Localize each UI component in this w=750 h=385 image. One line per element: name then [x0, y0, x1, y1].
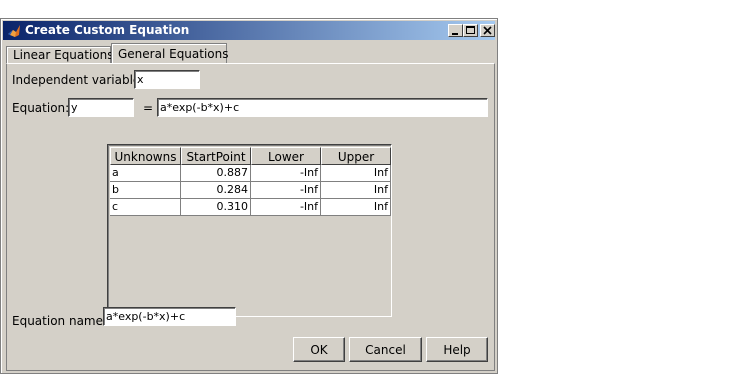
equals-sign: =: [143, 101, 154, 115]
cell-unknown[interactable]: b: [110, 182, 181, 199]
tab-linear-equations[interactable]: Linear Equations: [6, 46, 114, 63]
ok-button[interactable]: OK: [293, 337, 345, 362]
close-icon: [483, 26, 492, 35]
help-button-label: Help: [443, 343, 471, 357]
maximize-icon: [466, 26, 475, 34]
column-header-lower[interactable]: Lower: [251, 147, 321, 165]
tab-label: General Equations: [118, 47, 229, 61]
cell-startpoint[interactable]: 0.887: [181, 165, 251, 182]
cell-unknown[interactable]: a: [110, 165, 181, 182]
column-header-upper[interactable]: Upper: [321, 147, 391, 165]
minimize-icon: [452, 33, 458, 35]
help-button[interactable]: Help: [426, 337, 488, 362]
create-custom-equation-dialog: Create Custom Equation Linear Equations …: [0, 18, 498, 374]
ok-button-label: OK: [310, 343, 328, 357]
cell-upper[interactable]: Inf: [321, 199, 391, 216]
column-header-unknowns[interactable]: Unknowns: [110, 147, 181, 165]
cell-lower[interactable]: -Inf: [251, 182, 321, 199]
unknowns-table: Unknowns StartPoint Lower Upper a 0.887 …: [107, 144, 392, 317]
cell-upper[interactable]: Inf: [321, 165, 391, 182]
close-window-button[interactable]: [480, 24, 495, 37]
maximize-button[interactable]: [463, 24, 478, 37]
cancel-button[interactable]: Cancel: [349, 337, 422, 362]
independent-variable-input[interactable]: x: [134, 70, 200, 89]
independent-variable-label: Independent variable:: [12, 73, 145, 87]
cell-unknown[interactable]: c: [110, 199, 181, 216]
cell-upper[interactable]: Inf: [321, 182, 391, 199]
cell-lower[interactable]: -Inf: [251, 165, 321, 182]
matlab-icon: [8, 25, 20, 37]
tab-label: Linear Equations: [13, 48, 114, 62]
equation-lhs-input[interactable]: y: [68, 98, 134, 117]
title-bar[interactable]: Create Custom Equation: [3, 21, 495, 40]
cell-lower[interactable]: -Inf: [251, 199, 321, 216]
equation-rhs-input[interactable]: a*exp(-b*x)+c: [157, 98, 488, 117]
window-title: Create Custom Equation: [25, 23, 190, 37]
cancel-button-label: Cancel: [365, 343, 406, 357]
column-header-startpoint[interactable]: StartPoint: [181, 147, 251, 165]
minimize-button[interactable]: [448, 24, 463, 37]
cell-startpoint[interactable]: 0.310: [181, 199, 251, 216]
equation-label: Equation:: [12, 101, 70, 115]
cell-startpoint[interactable]: 0.284: [181, 182, 251, 199]
equation-name-label: Equation name:: [12, 314, 108, 328]
tab-general-equations[interactable]: General Equations: [111, 43, 229, 63]
equation-name-input[interactable]: a*exp(-b*x)+c: [103, 307, 236, 326]
